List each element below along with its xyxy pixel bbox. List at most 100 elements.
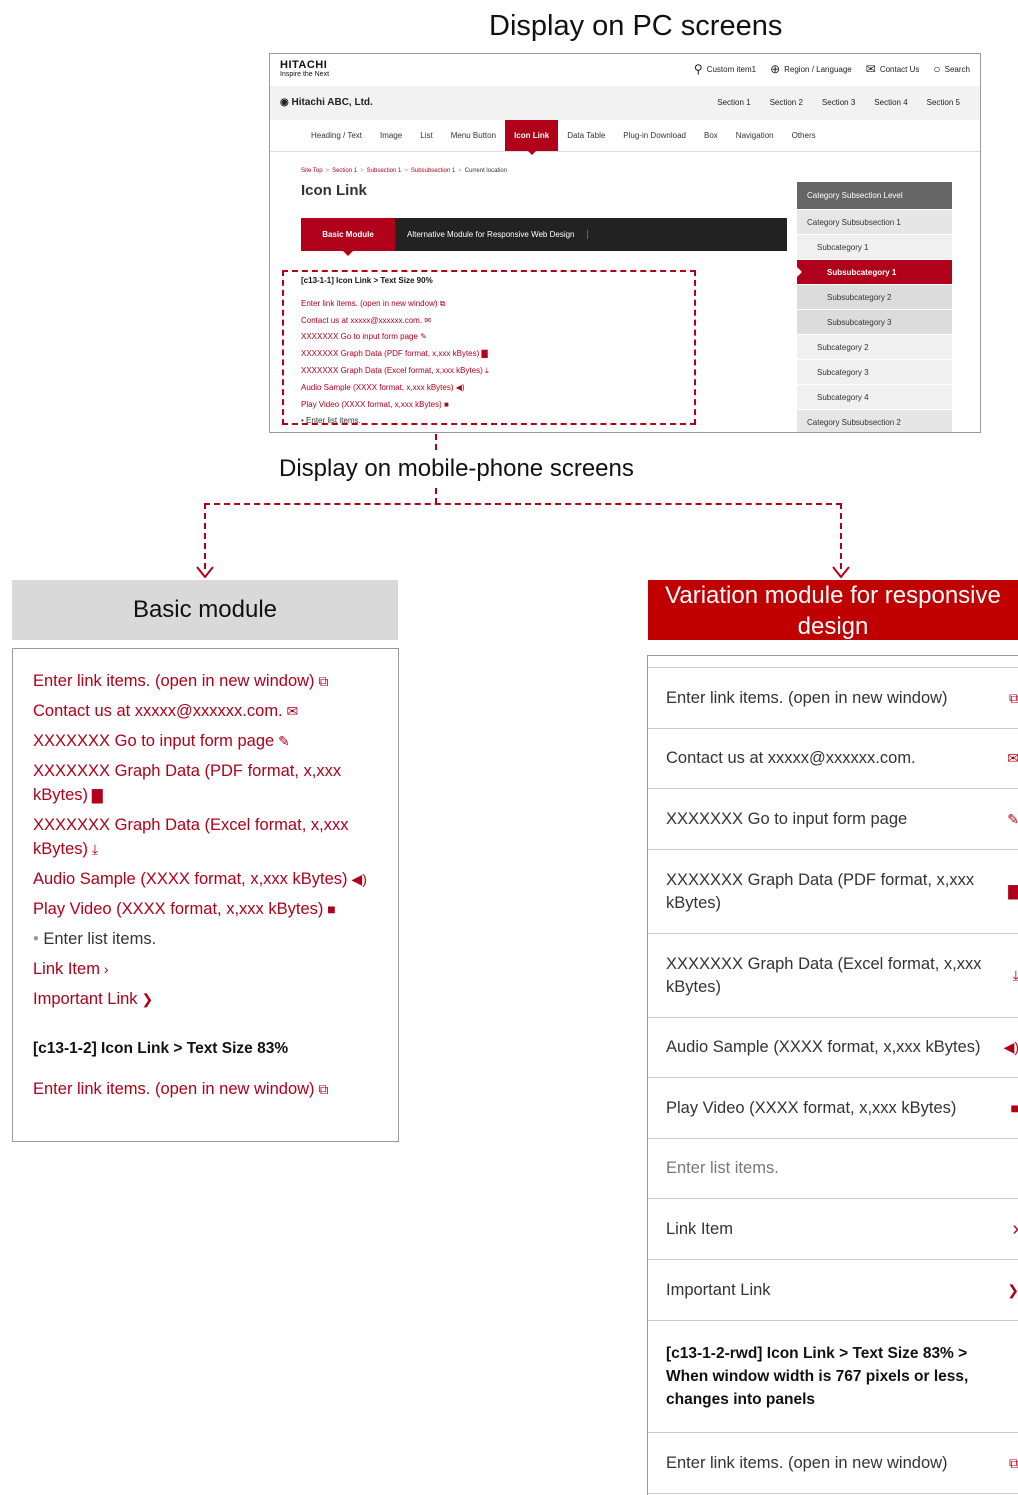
tab-basic-module[interactable]: Basic Module	[301, 218, 395, 256]
contact-us-link[interactable]: ✉ Contact Us	[866, 62, 920, 76]
link-item[interactable]: Link Item ›	[33, 957, 378, 981]
panel-important-link[interactable]: Important Link ❯	[648, 1260, 1018, 1321]
company-icon: ◉	[280, 97, 289, 108]
globe-icon: ⊕	[770, 62, 781, 76]
panel-link-pdf[interactable]: XXXXXXX Graph Data (PDF format, x,xxx kB…	[648, 850, 1018, 934]
search-link[interactable]: ○ Search	[933, 62, 970, 76]
section-link[interactable]: Section 5	[927, 98, 960, 107]
logo-text: HITACHI	[280, 59, 328, 71]
gnav-item[interactable]: Menu Button	[442, 120, 505, 151]
link-text: XXXXXXX Graph Data (PDF format, x,xxx kB…	[301, 349, 480, 359]
pc-screenshot: HITACHI Inspire the Next ⚲ Custom item1 ⊕…	[269, 53, 981, 433]
link-pdf[interactable]: XXXXXXX Graph Data (PDF format, x,xxx kB…	[33, 759, 378, 807]
pin-icon: ⚲	[693, 62, 703, 76]
circle-arrow-icon: ❯	[137, 991, 154, 1007]
variation-module-title: Variation module for responsive design	[648, 580, 1018, 640]
link-text: Enter link items. (open in new window)	[33, 672, 315, 690]
breadcrumb-link[interactable]: Section 1	[332, 168, 357, 174]
panel-link-new-window[interactable]: Enter link items. (open in new window) ⧉	[648, 1433, 1018, 1494]
sidebar-item-active[interactable]: Subsubcategory 1	[797, 260, 952, 285]
section-link[interactable]: Section 4	[874, 98, 907, 107]
edit-icon: ✎	[1007, 810, 1018, 827]
panel-link-mail[interactable]: Contact us at xxxxx@xxxxxx.com. ✉	[648, 729, 1018, 789]
tab-alternative-module[interactable]: Alternative Module for Responsive Web De…	[395, 230, 588, 239]
region-language-link[interactable]: ⊕ Region / Language	[770, 62, 852, 76]
global-nav: Heading / Text Image List Menu Button Ic…	[270, 120, 980, 155]
important-link[interactable]: Important Link ❯	[33, 987, 378, 1011]
site-name[interactable]: ◉ Hitachi ABC, Ltd.	[280, 97, 373, 108]
breadcrumb-link[interactable]: Site Top	[301, 168, 323, 174]
sidebar-item[interactable]: Category Subsubsection 2	[797, 410, 952, 432]
panel-link-item[interactable]: Link Item ›	[648, 1199, 1018, 1260]
site-bar: ◉ Hitachi ABC, Ltd. Section 1 Section 2 …	[270, 86, 980, 120]
link-excel[interactable]: XXXXXXX Graph Data (Excel format, x,xxx …	[301, 363, 489, 380]
gnav-item-active[interactable]: Icon Link	[505, 120, 559, 155]
breadcrumb: Site Top > Section 1 > Subsection 1 > Subsubse…	[301, 168, 508, 174]
panel-link-excel[interactable]: XXXXXXX Graph Data (Excel format, x,xxx …	[648, 934, 1018, 1018]
breadcrumb-link[interactable]: Subsubsection 1	[411, 168, 455, 174]
link-text: Contact us at xxxxx@xxxxxx.com.	[33, 702, 283, 720]
section-link[interactable]: Section 1	[717, 98, 750, 107]
chevron-right-icon: ›	[1012, 1218, 1018, 1241]
video-icon: ■	[323, 901, 336, 917]
speaker-icon: ◀)	[347, 871, 367, 887]
breadcrumb-link[interactable]: Subsection 1	[367, 168, 402, 174]
pdf-icon: ▇	[88, 787, 103, 803]
link-text: XXXXXXX Go to input form page	[33, 732, 275, 750]
panel-link-video[interactable]: Play Video (XXXX format, x,xxx kBytes) ■	[648, 1078, 1018, 1139]
link-form[interactable]: XXXXXXX Go to input form page ✎	[301, 329, 489, 346]
sidebar-item[interactable]: Subcategory 4	[797, 385, 952, 410]
sidebar-item[interactable]: Subsubcategory 3	[797, 310, 952, 335]
link-text: Play Video (XXXX format, x,xxx kBytes)	[301, 399, 442, 409]
speaker-icon: ◀)	[1003, 1039, 1018, 1055]
pdf-icon: ▇	[481, 349, 488, 359]
link-form[interactable]: XXXXXXX Go to input form page ✎	[33, 729, 378, 753]
sidebar-item[interactable]: Subcategory 3	[797, 360, 952, 385]
link-new-window[interactable]: Enter link items. (open in new window) ⧉	[33, 669, 378, 693]
link-new-window[interactable]: Enter link items. (open in new window) ⧉	[33, 1077, 378, 1101]
link-new-window[interactable]: Enter link items. (open in new window) ⧉	[301, 296, 489, 313]
custom-item-link[interactable]: ⚲ Custom item1	[694, 62, 756, 76]
link-text: Enter link items. (open in new window)	[666, 688, 948, 707]
gnav-item[interactable]: Image	[371, 120, 411, 151]
chevron-right-icon: ›	[99, 961, 109, 977]
link-excel[interactable]: XXXXXXX Graph Data (Excel format, x,xxx …	[33, 813, 378, 861]
link-text: Link Item	[33, 960, 100, 978]
panel-link-new-window[interactable]: Enter link items. (open in new window) ⧉	[648, 668, 1018, 729]
sidebar-item[interactable]: Subcategory 2	[797, 335, 952, 360]
link-pdf[interactable]: XXXXXXX Graph Data (PDF format, x,xxx kB…	[301, 346, 489, 363]
gnav-item[interactable]: Heading / Text	[302, 120, 371, 151]
gnav-item[interactable]: Box	[695, 120, 727, 151]
section-link[interactable]: Section 3	[822, 98, 855, 107]
hitachi-logo[interactable]: HITACHI Inspire the Next	[280, 60, 329, 79]
link-mail[interactable]: Contact us at xxxxx@xxxxxx.com. ✉	[301, 313, 489, 330]
link-audio[interactable]: Audio Sample (XXXX format, x,xxx kBytes)…	[301, 380, 489, 397]
page-title: Icon Link	[301, 182, 367, 199]
module-tabs: Basic Module Alternative Module for Resp…	[301, 218, 787, 256]
link-video[interactable]: Play Video (XXXX format, x,xxx kBytes) ■	[301, 397, 489, 414]
gnav-item[interactable]: List	[411, 120, 441, 151]
variation-module-panel: Enter link items. (open in new window) ⧉ …	[647, 655, 1018, 1495]
util-label: Custom item1	[706, 64, 757, 74]
sidebar-item[interactable]: Subcategory 1	[797, 235, 952, 260]
section-link[interactable]: Section 2	[770, 98, 803, 107]
sidebar-item[interactable]: Subsubcategory 2	[797, 285, 952, 310]
sidebar-item[interactable]: Category Subsubsection 1	[797, 210, 952, 235]
panel-link-form[interactable]: XXXXXXX Go to input form page ✎	[648, 789, 1018, 850]
gnav-item[interactable]: Others	[783, 120, 825, 151]
video-icon: ■	[1011, 1097, 1018, 1120]
gnav-item[interactable]: Plug-in Download	[614, 120, 695, 151]
link-text: Audio Sample (XXXX format, x,xxx kBytes)	[301, 382, 454, 392]
sidebar-heading[interactable]: Category Subsection Level	[797, 182, 952, 210]
circle-arrow-icon: ❯	[1007, 1281, 1018, 1298]
connector-line	[204, 503, 206, 569]
gnav-item[interactable]: Data Table	[558, 120, 614, 151]
video-icon: ■	[444, 399, 449, 409]
link-mail[interactable]: Contact us at xxxxx@xxxxxx.com. ✉	[33, 699, 378, 723]
link-text: Audio Sample (XXXX format, x,xxx kBytes)	[666, 1038, 981, 1056]
link-video[interactable]: Play Video (XXXX format, x,xxx kBytes) ■	[33, 897, 378, 921]
gnav-item[interactable]: Navigation	[727, 120, 783, 151]
link-audio[interactable]: Audio Sample (XXXX format, x,xxx kBytes)…	[33, 867, 378, 891]
panel-link-audio[interactable]: Audio Sample (XXXX format, x,xxx kBytes)…	[648, 1018, 1018, 1078]
arrow-down-icon	[832, 566, 850, 578]
